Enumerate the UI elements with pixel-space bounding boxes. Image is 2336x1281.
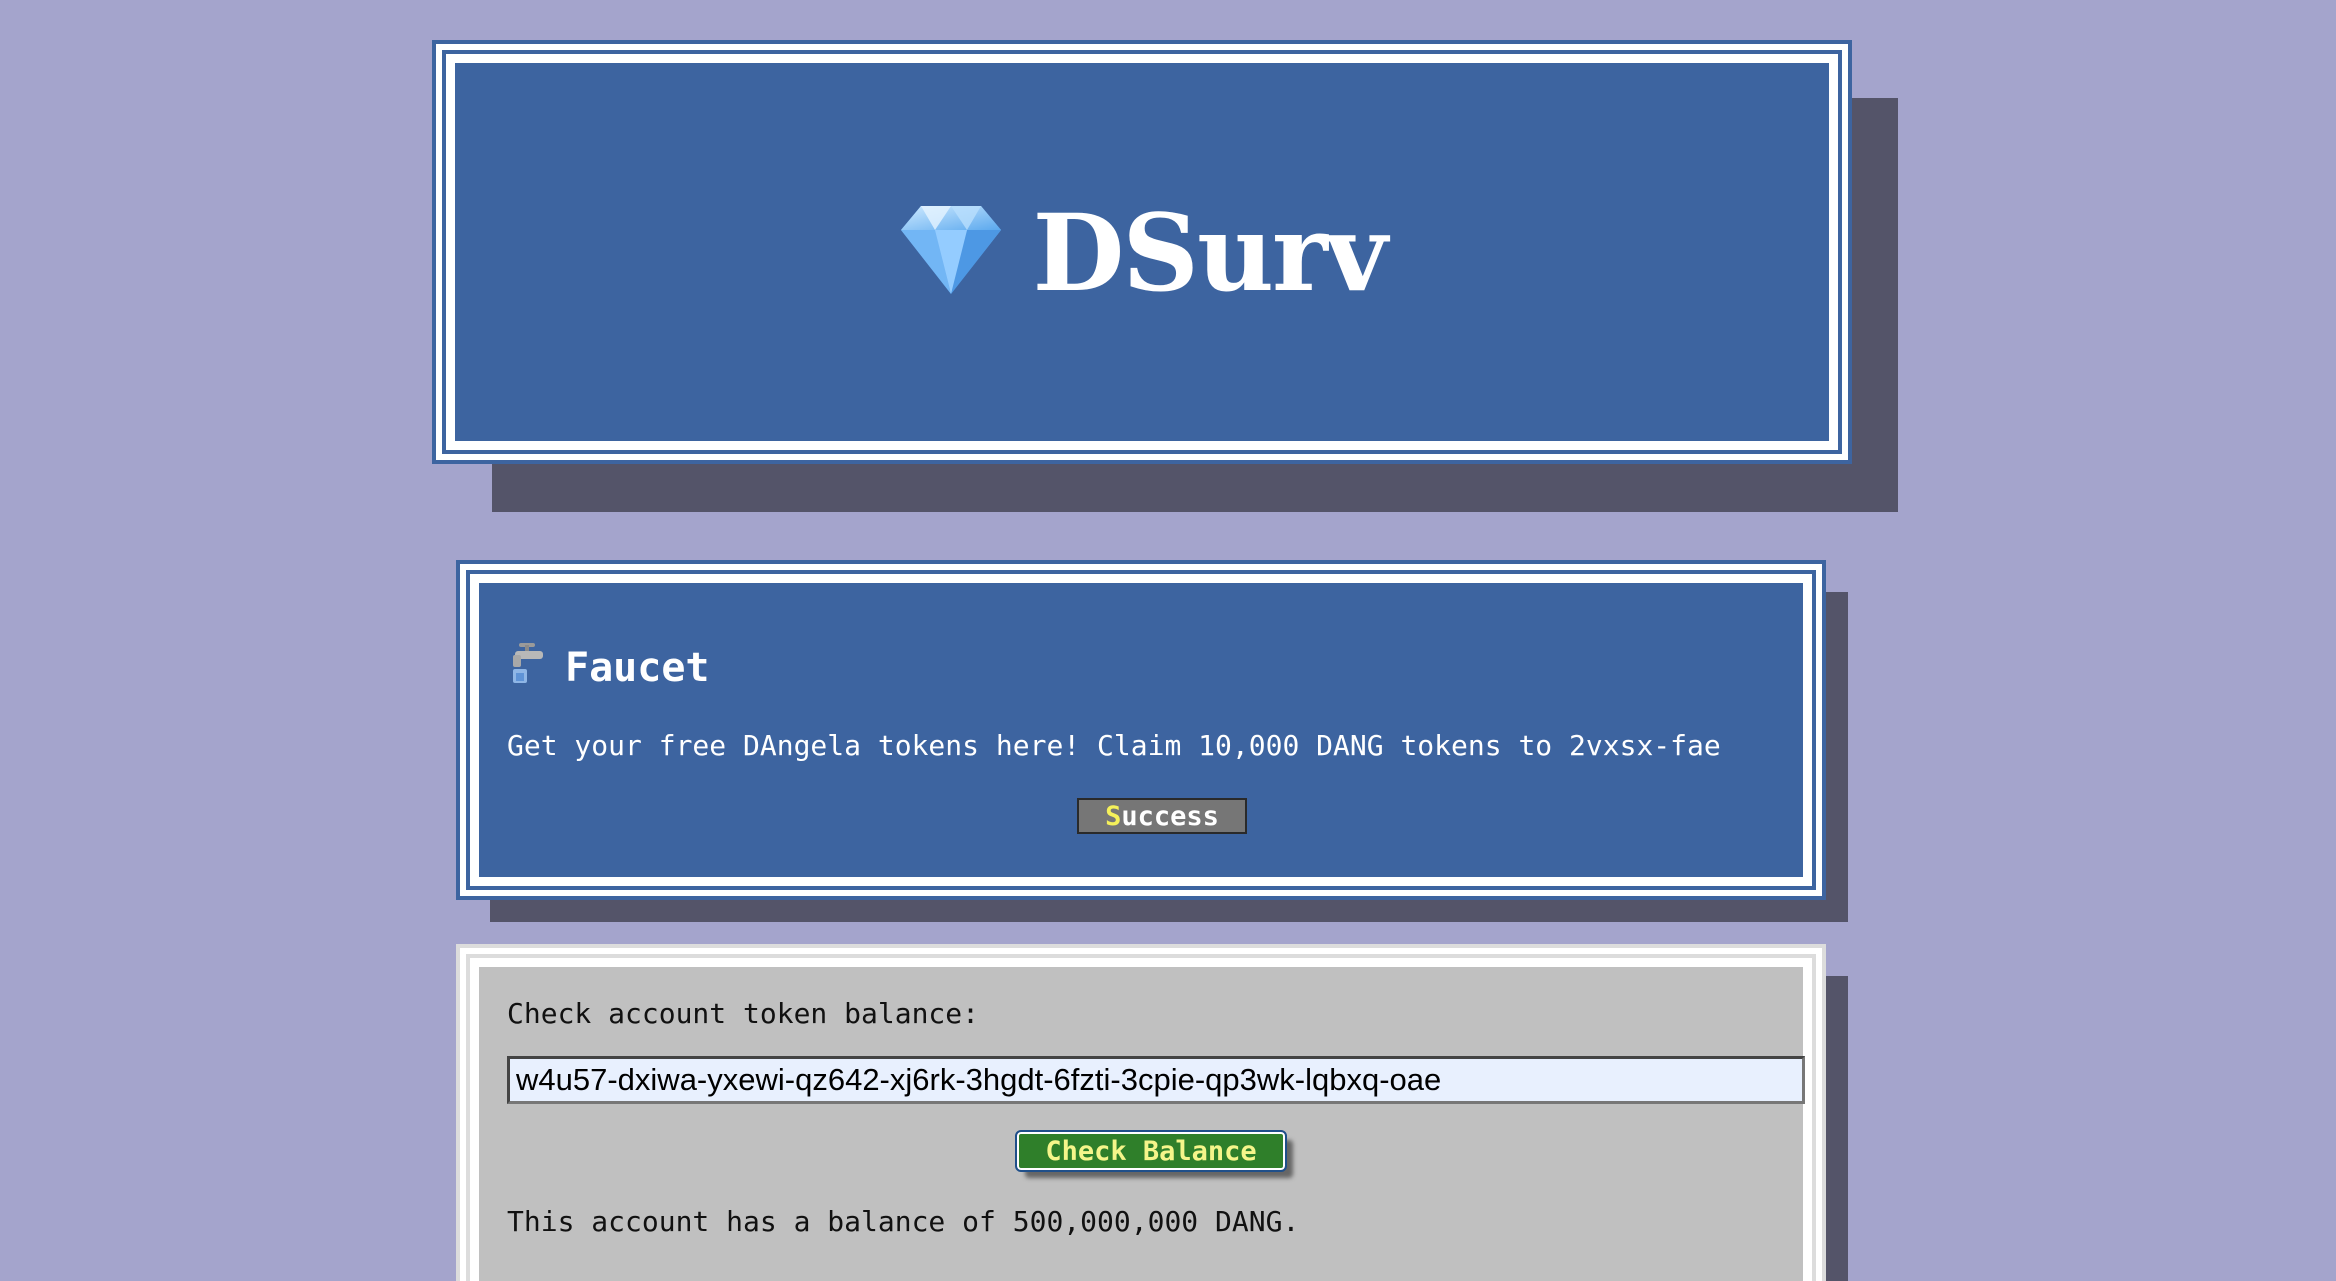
gem-icon xyxy=(899,204,1003,300)
header-core: DSurv xyxy=(452,60,1832,444)
balance-result: This account has a balance of 500,000,00… xyxy=(507,1205,1300,1238)
faucet-heading: Faucet xyxy=(507,641,1803,695)
faucet-frame: Faucet Get your free DAngela tokens here… xyxy=(466,570,1816,890)
success-button[interactable]: Success xyxy=(1077,798,1247,834)
success-button-label: uccess xyxy=(1121,800,1219,832)
balance-frame: Check account token balance: Check Balan… xyxy=(466,954,1816,1281)
check-balance-button[interactable]: Check Balance xyxy=(1015,1130,1287,1172)
balance-label: Check account token balance: xyxy=(507,997,980,1030)
header-content: DSurv xyxy=(455,63,1829,441)
faucet-content: Faucet Get your free DAngela tokens here… xyxy=(479,583,1803,877)
account-input[interactable] xyxy=(507,1056,1805,1104)
balance-panel: Check account token balance: Check Balan… xyxy=(456,944,1826,1281)
faucet-title: Faucet xyxy=(565,645,710,691)
header-banner: DSurv xyxy=(432,40,1852,464)
header-frame: DSurv xyxy=(442,50,1842,454)
faucet-core: Faucet Get your free DAngela tokens here… xyxy=(476,580,1806,880)
faucet-description: Get your free DAngela tokens here! Claim… xyxy=(507,729,1721,762)
faucet-panel: Faucet Get your free DAngela tokens here… xyxy=(456,560,1826,900)
balance-core: Check account token balance: Check Balan… xyxy=(476,964,1806,1281)
faucet-icon xyxy=(507,641,549,695)
success-button-hotkey: S xyxy=(1105,800,1122,832)
brand-title: DSurv xyxy=(1032,189,1388,315)
